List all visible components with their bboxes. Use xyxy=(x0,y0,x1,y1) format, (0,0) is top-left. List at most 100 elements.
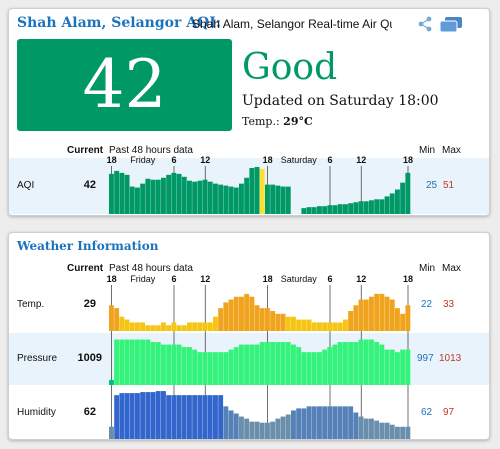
temp-bar xyxy=(223,302,229,331)
humidity-bar xyxy=(114,395,120,439)
weather-card: Weather Information Current Past 48 hour… xyxy=(8,232,490,440)
pressure-bar xyxy=(114,339,120,385)
temp-bar xyxy=(233,296,239,331)
aqi-bar xyxy=(395,189,400,214)
aqi-bar xyxy=(353,202,359,214)
aqi-bar xyxy=(176,173,182,214)
aqi-bar xyxy=(239,183,244,214)
tick-label: 6 xyxy=(327,155,332,165)
temp-bar xyxy=(389,299,395,331)
aqi-bar xyxy=(301,208,307,214)
aqi-bar xyxy=(317,206,322,214)
aqi-bar xyxy=(166,174,172,214)
pressure-bar xyxy=(109,379,114,385)
pressure-bar xyxy=(301,352,307,385)
pressure-bar xyxy=(270,342,276,385)
pressure-bar xyxy=(358,339,364,385)
humidity-bar xyxy=(343,406,348,439)
humidity-bar xyxy=(353,412,359,439)
tick-label: 6 xyxy=(171,155,176,165)
pressure-bar xyxy=(353,342,359,385)
humidity-bar xyxy=(155,391,161,439)
pressure-bar xyxy=(129,339,135,385)
pressure-bar xyxy=(327,347,333,385)
pressure-bar xyxy=(400,349,406,385)
aqi-bar xyxy=(181,176,187,214)
tick-label: 12 xyxy=(200,155,210,165)
aqi-bar xyxy=(405,172,411,214)
humidity-bar xyxy=(285,414,291,439)
humidity-bar xyxy=(202,395,208,439)
pressure-bar xyxy=(332,344,338,385)
temp-bar xyxy=(379,293,385,331)
tick-label: 18 xyxy=(263,274,273,284)
aqi-bar xyxy=(311,207,317,214)
pressure-bar xyxy=(311,352,317,385)
aqi-bar xyxy=(254,167,260,214)
aqi-bar xyxy=(207,181,213,214)
tick-label: 6 xyxy=(327,274,332,284)
temp-bar xyxy=(343,319,348,331)
temp-bar xyxy=(207,322,213,331)
aqi-bar xyxy=(306,207,312,214)
humidity-bar xyxy=(119,393,125,439)
tick-label: 18 xyxy=(263,155,273,165)
temp-bar xyxy=(265,308,270,331)
temp-bar xyxy=(202,322,208,331)
weather-history-chart: 18 6 12 18 6 12 18 Friday Saturday xyxy=(107,274,413,439)
pressure-bar xyxy=(202,352,208,385)
aqi-bar xyxy=(384,196,390,214)
humidity-bar xyxy=(400,426,406,439)
humidity-bar xyxy=(161,391,166,439)
humidity-bar xyxy=(369,418,374,439)
humidity-bar xyxy=(249,421,255,439)
aqi-bar xyxy=(259,168,265,214)
temp-bar xyxy=(119,316,125,331)
humidity-bar xyxy=(306,406,312,439)
tick-label: 18 xyxy=(107,274,117,284)
pressure-bar xyxy=(296,347,302,385)
temp-bar xyxy=(192,322,198,331)
humidity-bar xyxy=(280,416,286,439)
temp-bar xyxy=(363,299,369,331)
temp-bar xyxy=(171,322,177,331)
aqi-bar xyxy=(270,184,276,214)
humidity-bar xyxy=(192,395,198,439)
aqi-bar xyxy=(275,185,281,214)
aqi-bar xyxy=(280,186,286,214)
humidity-bar xyxy=(259,422,265,439)
pressure-bar xyxy=(223,352,229,385)
pressure-bar xyxy=(275,342,281,385)
aqi-bar xyxy=(337,204,343,214)
aqi-bar xyxy=(145,178,151,214)
aqi-bar xyxy=(285,186,291,214)
pressure-bar xyxy=(119,339,125,385)
pressure-bar xyxy=(161,344,166,385)
humidity-bar xyxy=(332,406,338,439)
aqi-bar xyxy=(223,185,229,214)
humidity-bar xyxy=(405,426,411,439)
pressure-bar xyxy=(405,349,411,385)
humidity-bar xyxy=(265,422,270,439)
humidity-bar xyxy=(358,416,364,439)
pressure-bar xyxy=(259,342,265,385)
pressure-bar xyxy=(374,342,380,385)
temp-bar xyxy=(166,325,172,331)
pressure-bar xyxy=(140,339,146,385)
aqi-bar xyxy=(140,183,146,214)
aqi-bar xyxy=(114,170,120,214)
day-label: Saturday xyxy=(281,155,318,165)
pressure-bar xyxy=(135,339,140,385)
pressure-bar xyxy=(218,352,224,385)
pressure-bar xyxy=(181,347,187,385)
pressure-bar xyxy=(285,342,291,385)
pressure-bar xyxy=(395,352,400,385)
aqi-bar xyxy=(265,184,270,214)
aqi-bar xyxy=(400,182,406,214)
temp-bar xyxy=(405,305,411,331)
aqi-bar xyxy=(109,173,114,214)
pressure-bar xyxy=(166,344,172,385)
humidity-bar xyxy=(322,406,328,439)
humidity-bar xyxy=(348,406,354,439)
aqi-bar xyxy=(213,183,218,214)
